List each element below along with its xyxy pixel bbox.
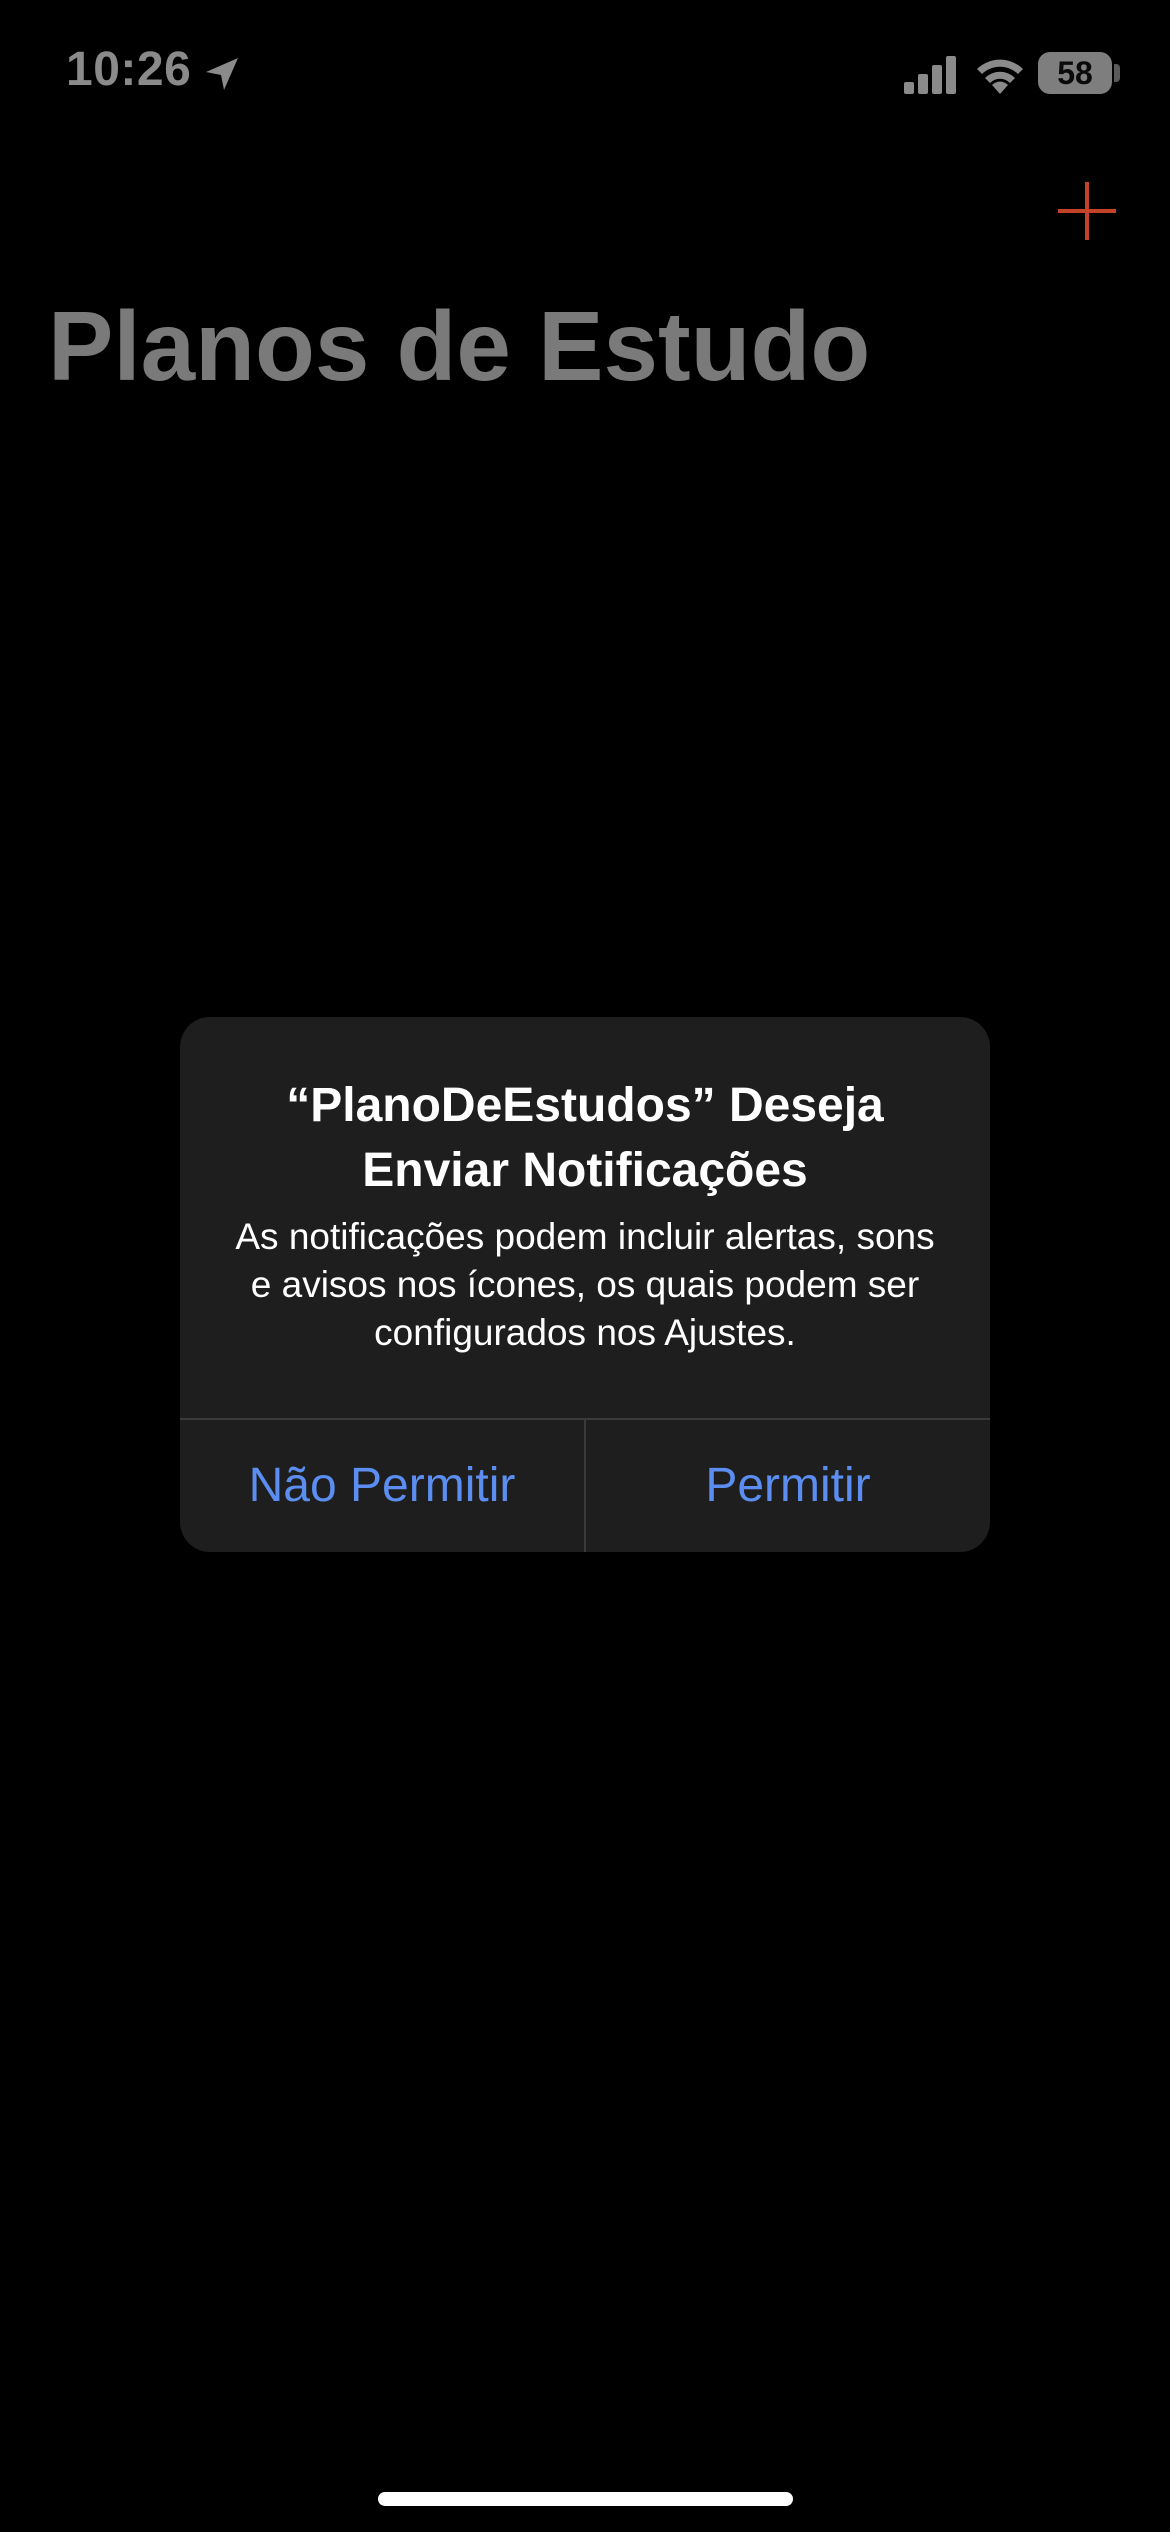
alert-message: As notificações podem incluir alertas, s… [235,1216,935,1353]
notification-permission-alert: “PlanoDeEstudos” Deseja Enviar Notificaç… [180,1017,990,1552]
battery-icon: 58 [1038,52,1112,94]
alert-title: “PlanoDeEstudos” Deseja Enviar Notificaç… [286,1079,884,1197]
plus-icon [1058,182,1116,240]
status-bar: 10:26 58 [0,0,1170,150]
add-plan-button[interactable] [1054,178,1120,244]
wifi-icon [977,59,1023,94]
app-screen: 10:26 58 Planos de Estudo “PlanoDeEstudo… [0,0,1170,2532]
home-indicator[interactable] [378,2492,793,2506]
dont-allow-button[interactable]: Não Permitir [180,1420,584,1552]
page-title: Planos de Estudo [48,291,871,401]
allow-button[interactable]: Permitir [586,1420,990,1552]
cellular-signal-icon [904,56,956,94]
battery-cap [1114,64,1120,82]
location-arrow-icon [206,58,238,90]
status-time: 10:26 [66,43,192,96]
battery-level: 58 [1057,55,1093,91]
